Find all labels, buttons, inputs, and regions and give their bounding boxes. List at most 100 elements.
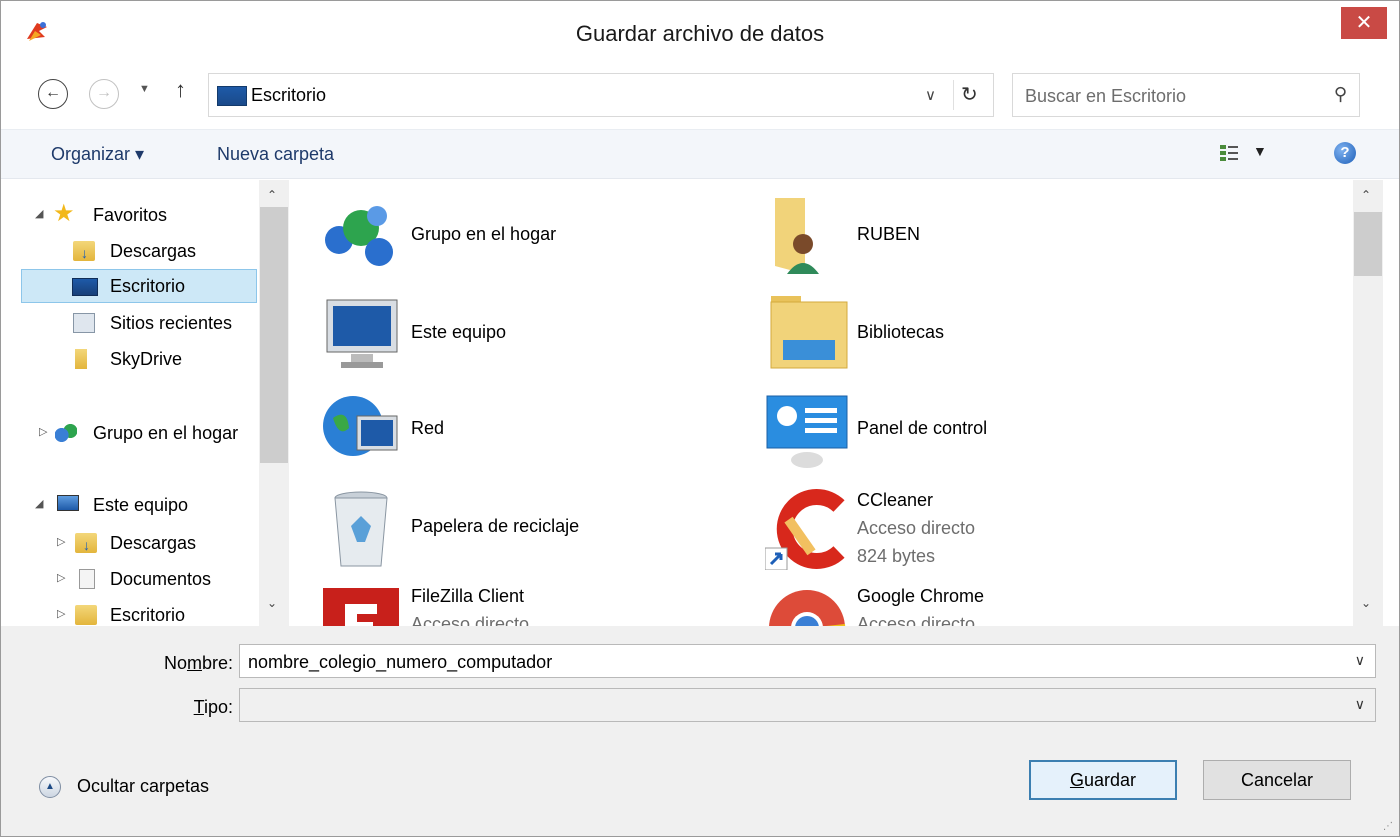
item-name: Este equipo (411, 322, 507, 342)
item-size: 824 bytes (857, 546, 936, 566)
list-item[interactable]: RUBEN (765, 194, 1185, 284)
scroll-down-icon[interactable]: ⌄ (1361, 596, 1371, 610)
address-bar[interactable]: Escritorio ∨ ↻ (208, 73, 994, 117)
list-item[interactable]: Papelera de reciclaje (319, 486, 739, 576)
content-scrollbar[interactable]: ⌃ ⌄ (1353, 180, 1383, 626)
nav-scrollbar[interactable]: ⌃ ⌄ (259, 180, 289, 626)
arrow-up-icon: ↑ (175, 77, 186, 102)
list-item[interactable]: FileZilla Client Acceso directo (319, 584, 739, 626)
resize-grip-icon[interactable]: ⋰ (1383, 821, 1393, 832)
skydrive-icon (75, 349, 87, 369)
item-type: Acceso directo (857, 614, 976, 626)
expand-icon: ▷ (57, 572, 66, 584)
file-name-input[interactable] (248, 651, 1328, 673)
close-button[interactable]: ✕ (1341, 7, 1387, 39)
address-dropdown-icon[interactable]: ∨ (925, 86, 936, 104)
nav-homegroup[interactable]: ▷ Grupo en el hogar (1, 416, 259, 450)
organize-menu-button[interactable]: Organizar ▾ (51, 144, 144, 165)
cancel-button[interactable]: Cancelar (1203, 760, 1351, 800)
name-label-access-key: m (186, 653, 202, 673)
scroll-up-icon[interactable]: ⌃ (1361, 188, 1371, 202)
scroll-down-icon[interactable]: ⌄ (267, 596, 277, 610)
search-icon[interactable]: ⚲ (1334, 84, 1347, 105)
scroll-up-icon[interactable]: ⌃ (267, 188, 277, 202)
nav-fav-downloads[interactable]: Descargas (1, 234, 259, 268)
file-list: Grupo en el hogar RUBEN Este equipo Bibl… (289, 180, 1353, 626)
collapse-icon: ◢ (35, 208, 44, 220)
change-view-button[interactable]: ▼ (1219, 141, 1279, 167)
forward-button[interactable]: → (89, 79, 119, 109)
content-scroll-thumb[interactable] (1354, 212, 1382, 276)
homegroup-icon (325, 206, 393, 266)
nav-fav-skydrive-label: SkyDrive (110, 349, 183, 369)
item-name: FileZilla Client (411, 586, 525, 606)
homegroup-icon (55, 423, 77, 443)
back-button[interactable]: ← (38, 79, 68, 109)
chevron-down-icon[interactable]: ∨ (1355, 696, 1365, 713)
recycle-bin-icon (334, 491, 388, 567)
nav-scroll-thumb[interactable] (260, 207, 288, 463)
nav-fav-desktop-label: Escritorio (110, 276, 186, 296)
nav-pc-downloads-label: Descargas (110, 533, 197, 553)
downloads-folder-icon (75, 533, 97, 553)
nav-fav-desktop[interactable]: Escritorio (21, 269, 257, 303)
recent-places-icon (73, 313, 95, 333)
list-item[interactable]: CCleaner Acceso directo 824 bytes (765, 486, 1185, 576)
type-label-access-key: T (193, 697, 204, 717)
collapse-icon: ◢ (35, 498, 44, 510)
save-label: uardar (1083, 770, 1137, 790)
help-icon[interactable]: ? (1334, 142, 1356, 164)
item-type: Acceso directo (857, 518, 976, 538)
name-label-part: bre: (201, 653, 233, 673)
save-button[interactable]: Guardar (1029, 760, 1177, 800)
chevron-up-icon: ▲ (39, 776, 61, 798)
name-label: Nombre: (121, 653, 233, 674)
list-item[interactable]: Google Chrome Acceso directo (765, 584, 1185, 626)
nav-this-pc[interactable]: ◢ Este equipo (1, 488, 259, 522)
filezilla-icon (323, 588, 399, 626)
list-item[interactable]: Panel de control (765, 388, 1185, 478)
nav-favorites[interactable]: ◢ ★ Favoritos (1, 198, 259, 232)
list-item[interactable]: Red (319, 388, 739, 478)
nav-pc-documents-label: Documentos (110, 569, 212, 589)
file-name-field[interactable]: ∨ (239, 644, 1376, 678)
arrow-left-icon: ← (45, 84, 61, 101)
refresh-icon[interactable]: ↻ (961, 82, 978, 107)
item-name: Papelera de reciclaje (411, 516, 580, 536)
ccleaner-icon (765, 489, 845, 570)
list-item[interactable]: Bibliotecas (765, 292, 1185, 382)
desktop-folder-icon (75, 605, 97, 625)
chevron-down-icon: ▼ (139, 83, 150, 95)
user-folder-icon (775, 198, 819, 274)
recent-locations-button[interactable]: ▼ (139, 83, 150, 95)
up-button[interactable]: ↑ (175, 77, 186, 103)
item-name: Google Chrome (857, 586, 985, 606)
toolbar: Organizar ▾ Nueva carpeta ▼ ? (1, 129, 1399, 179)
chevron-down-icon[interactable]: ∨ (1355, 652, 1365, 669)
downloads-folder-icon (73, 241, 95, 261)
view-details-icon (1220, 145, 1238, 161)
view-dropdown-icon: ▼ (1253, 143, 1267, 159)
navigation-pane: ◢ ★ Favoritos Descargas Escritorio Sitio… (1, 180, 289, 626)
search-input[interactable] (1025, 84, 1315, 108)
nav-pc-documents[interactable]: ▷ Documentos (1, 562, 259, 596)
arrow-right-icon: → (96, 84, 112, 101)
nav-fav-recent[interactable]: Sitios recientes (1, 306, 259, 340)
computer-icon (57, 495, 79, 511)
item-name: Bibliotecas (857, 322, 945, 342)
documents-icon (79, 569, 95, 589)
item-name: CCleaner (857, 490, 934, 510)
new-folder-button[interactable]: Nueva carpeta (217, 144, 334, 165)
chrome-icon (769, 590, 846, 626)
nav-pc-desktop[interactable]: ▷ Escritorio (1, 598, 259, 626)
search-box[interactable]: ⚲ (1012, 73, 1360, 117)
nav-pc-desktop-label: Escritorio (110, 605, 186, 625)
nav-pc-downloads[interactable]: ▷ Descargas (1, 526, 259, 560)
list-item[interactable]: Grupo en el hogar (319, 194, 739, 284)
item-type: Acceso directo (411, 614, 530, 626)
file-type-select[interactable]: ∨ (239, 688, 1376, 722)
nav-fav-skydrive[interactable]: SkyDrive (1, 342, 259, 376)
list-item[interactable]: Este equipo (319, 292, 739, 382)
network-icon (323, 396, 398, 456)
expand-icon: ▷ (39, 426, 48, 438)
